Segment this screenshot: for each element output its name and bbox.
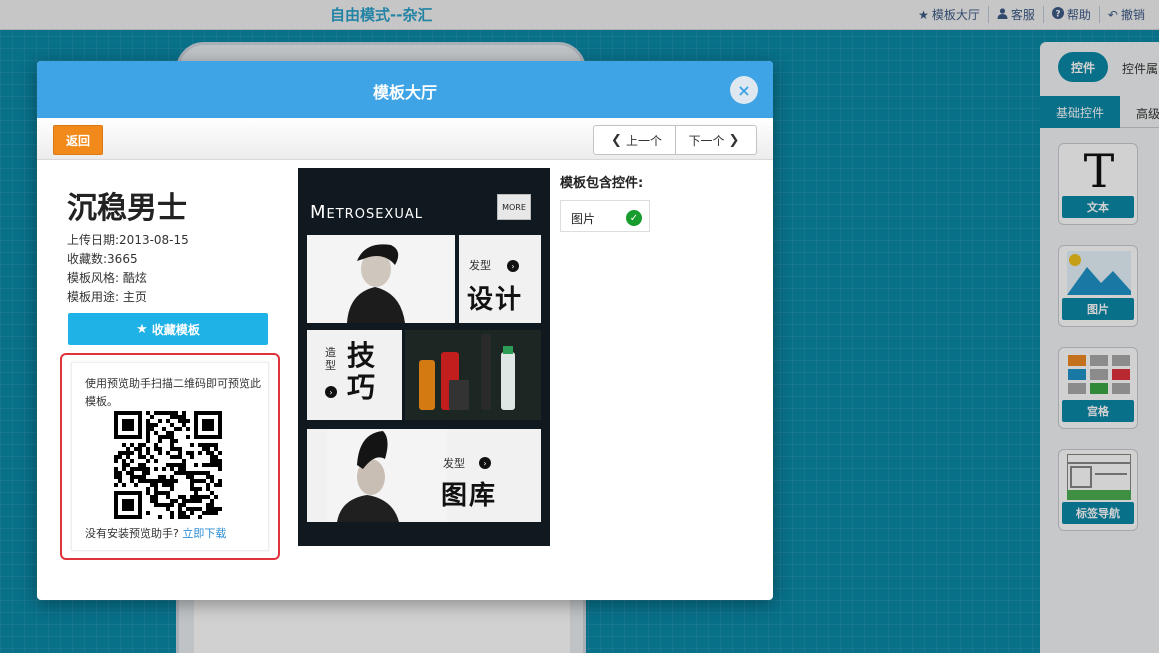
preview-photo-man-1 [307,235,455,323]
modal-toolbar: 返回 ❮ 上一个 下一个 ❯ [37,118,773,160]
template-name: 沉稳男士 [67,191,187,226]
preview-tile-gallery: 发型 › 图库 [307,429,541,522]
qr-preview-box: 使用预览助手扫描二维码即可预览此模板。 没有安装预览助手? 立即下载 [60,353,280,560]
pager: ❮ 上一个 下一个 ❯ [593,125,757,155]
template-style: 模板风格: 酷炫 [67,271,147,285]
qr-tip: 使用预览助手扫描二维码即可预览此模板。 [85,377,261,408]
star-icon: ★ [136,321,148,337]
back-button[interactable]: 返回 [53,125,103,155]
included-control-image: 图片 ✓ [560,200,650,232]
close-button[interactable]: × [730,76,758,104]
prev-label: 上一个 [625,133,662,148]
qr-footer: 没有安装预览助手? 立即下载 [85,525,226,541]
upload-date: 上传日期:2013-08-15 [67,233,189,247]
controls-title: 模板包含控件: [560,176,644,191]
preview-more-button: MORE [497,194,531,220]
next-label: 下一个 [688,133,725,148]
modal-header: 模板大厅 × [37,61,773,118]
qr-card: 使用预览助手扫描二维码即可预览此模板。 没有安装预览助手? 立即下载 [71,362,269,551]
check-icon: ✓ [626,210,642,226]
modal-title: 模板大厅 [372,83,437,102]
preview-heading: Metrosexual [310,202,423,223]
close-icon: × [737,80,751,100]
template-preview: Metrosexual MORE 发型 › 设计 造型 › 技巧 发型 › 图库 [298,168,550,546]
control-name: 图片 [571,212,596,226]
preview-tile-design: 发型 › 设计 [459,235,541,323]
qr-footer-text: 没有安装预览助手? [85,527,179,540]
favorite-template-label: 收藏模板 [151,322,200,337]
arrow-right-icon: › [507,260,519,272]
arrow-right-icon: › [479,457,491,469]
chevron-right-icon: ❯ [728,132,740,148]
arrow-right-icon: › [325,386,337,398]
qr-code-icon [114,411,222,519]
download-link[interactable]: 立即下载 [182,527,226,540]
favorite-template-button[interactable]: ★ 收藏模板 [68,313,268,345]
chevron-left-icon: ❮ [611,132,622,148]
next-button[interactable]: 下一个 ❯ [675,126,756,154]
favorite-count: 收藏数:3665 [67,252,138,266]
template-usage: 模板用途: 主页 [67,290,147,304]
preview-photo-products: 产品 [405,330,541,420]
prev-button[interactable]: ❮ 上一个 [594,126,675,154]
preview-tile-skills: 造型 › 技巧 [307,330,402,420]
template-hall-modal: 模板大厅 × 返回 ❮ 上一个 下一个 ❯ 沉稳男士 上传日期:2013-08-… [37,61,773,600]
